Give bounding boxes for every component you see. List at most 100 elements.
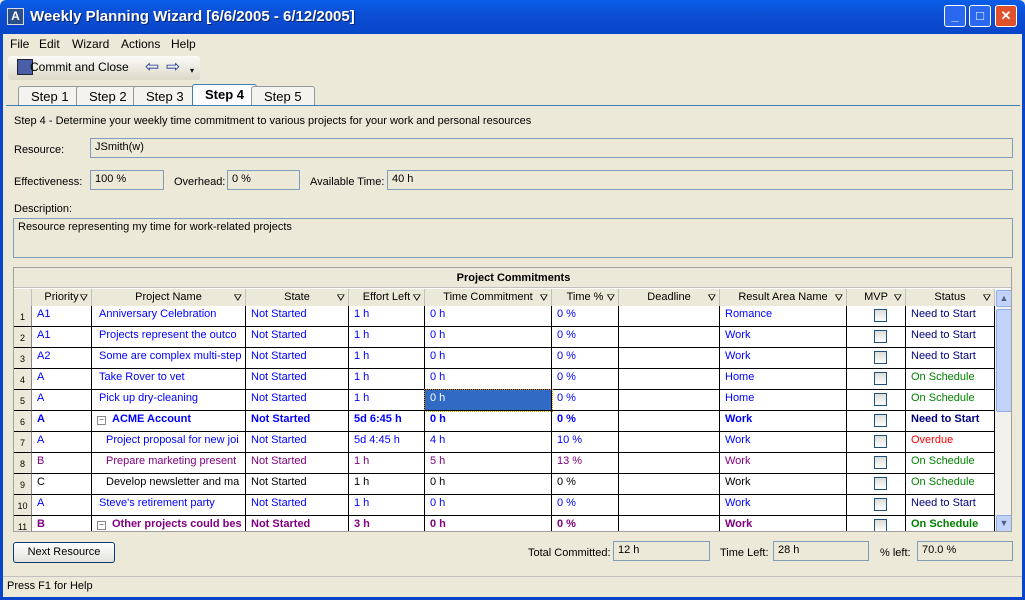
- cell-time-commitment[interactable]: 0 h: [424, 389, 553, 412]
- cell-project-name[interactable]: Some are complex multi-step: [92, 348, 246, 369]
- cell-effort-left[interactable]: 1 h: [349, 495, 425, 516]
- cell-status[interactable]: Need to Start: [906, 327, 995, 348]
- cell-status[interactable]: On Schedule: [906, 516, 995, 531]
- column-header-state[interactable]: State ⛛: [246, 289, 349, 306]
- mvp-checkbox[interactable]: [874, 477, 887, 490]
- mvp-checkbox[interactable]: [874, 372, 887, 385]
- cell-effort-left[interactable]: 3 h: [349, 516, 425, 531]
- close-button[interactable]: ✕: [995, 5, 1017, 27]
- cell-priority[interactable]: A: [32, 432, 92, 453]
- row-number[interactable]: 6: [14, 411, 32, 432]
- cell-project-name[interactable]: Projects represent the outco: [92, 327, 246, 348]
- cell-result-area[interactable]: Home: [720, 390, 847, 411]
- cell-time-commitment[interactable]: 0 h: [425, 369, 552, 390]
- overhead-field[interactable]: 0 %: [227, 170, 300, 190]
- cell-effort-left[interactable]: 1 h: [349, 306, 425, 327]
- column-header-deadline[interactable]: Deadline ⛛: [619, 289, 720, 306]
- cell-status[interactable]: On Schedule: [906, 369, 995, 390]
- cell-priority[interactable]: A: [32, 390, 92, 411]
- cell-deadline[interactable]: [619, 348, 720, 369]
- cell-project-name[interactable]: Project proposal for new joi: [92, 432, 246, 453]
- cell-time-commitment[interactable]: 0 h: [425, 516, 552, 531]
- cell-project-name[interactable]: Prepare marketing present: [92, 453, 246, 474]
- filter-icon[interactable]: ⛛: [607, 290, 615, 307]
- cell-status[interactable]: On Schedule: [906, 453, 995, 474]
- cell-mvp[interactable]: [847, 411, 906, 432]
- mvp-checkbox[interactable]: [874, 519, 887, 531]
- cell-mvp[interactable]: [847, 516, 906, 531]
- back-arrow-icon[interactable]: ⇦: [145, 57, 159, 77]
- cell-time-commitment[interactable]: 4 h: [425, 432, 552, 453]
- cell-status[interactable]: Need to Start: [906, 348, 995, 369]
- cell-priority[interactable]: A1: [32, 306, 92, 327]
- cell-status[interactable]: Need to Start: [906, 495, 995, 516]
- cell-time-percent[interactable]: 0 %: [552, 306, 619, 327]
- cell-time-percent[interactable]: 0 %: [552, 369, 619, 390]
- row-number[interactable]: 3: [14, 348, 32, 369]
- maximize-button[interactable]: □: [969, 5, 991, 27]
- cell-effort-left[interactable]: 1 h: [349, 348, 425, 369]
- vertical-scrollbar[interactable]: ▲ ▼: [995, 289, 1011, 531]
- column-header-time-percent[interactable]: Time % ⛛: [552, 289, 619, 306]
- filter-icon[interactable]: ⛛: [983, 290, 991, 307]
- cell-project-name[interactable]: Take Rover to vet: [92, 369, 246, 390]
- cell-deadline[interactable]: [619, 453, 720, 474]
- filter-icon[interactable]: ⛛: [708, 290, 716, 307]
- filter-icon[interactable]: ⛛: [413, 290, 421, 307]
- cell-result-area[interactable]: Romance: [720, 306, 847, 327]
- cell-priority[interactable]: C: [32, 474, 92, 495]
- cell-status[interactable]: On Schedule: [906, 474, 995, 495]
- cell-project-name[interactable]: Steve's retirement party: [92, 495, 246, 516]
- cell-mvp[interactable]: [847, 474, 906, 495]
- row-number[interactable]: 1: [14, 306, 32, 327]
- menu-file[interactable]: File: [10, 37, 29, 51]
- cell-deadline[interactable]: [619, 474, 720, 495]
- menu-help[interactable]: Help: [171, 37, 196, 51]
- cell-state[interactable]: Not Started: [246, 495, 349, 516]
- available-time-field[interactable]: 40 h: [387, 170, 1013, 190]
- cell-priority[interactable]: A1: [32, 327, 92, 348]
- cell-mvp[interactable]: [847, 432, 906, 453]
- cell-time-percent[interactable]: 0 %: [552, 411, 619, 432]
- cell-effort-left[interactable]: 1 h: [349, 390, 425, 411]
- cell-status[interactable]: Overdue: [906, 432, 995, 453]
- cell-state[interactable]: Not Started: [246, 306, 349, 327]
- filter-icon[interactable]: ⛛: [234, 290, 242, 307]
- row-number[interactable]: 5: [14, 390, 32, 411]
- column-header-priority[interactable]: Priority ⛛: [32, 289, 92, 306]
- cell-project-name[interactable]: − ACME Account: [92, 411, 246, 432]
- tab-step-3[interactable]: Step 3: [133, 86, 197, 105]
- effectiveness-field[interactable]: 100 %: [90, 170, 164, 190]
- mvp-checkbox[interactable]: [874, 456, 887, 469]
- cell-deadline[interactable]: [619, 432, 720, 453]
- column-header-time-commitment[interactable]: Time Commitment ⛛: [425, 289, 552, 306]
- scroll-thumb[interactable]: [996, 309, 1011, 412]
- cell-status[interactable]: Need to Start: [906, 411, 995, 432]
- mvp-checkbox[interactable]: [874, 351, 887, 364]
- cell-state[interactable]: Not Started: [246, 327, 349, 348]
- cell-deadline[interactable]: [619, 411, 720, 432]
- cell-state[interactable]: Not Started: [246, 369, 349, 390]
- row-number[interactable]: 4: [14, 369, 32, 390]
- collapse-icon[interactable]: −: [97, 416, 106, 425]
- cell-time-commitment[interactable]: 0 h: [425, 474, 552, 495]
- row-number[interactable]: 10: [14, 495, 32, 516]
- cell-effort-left[interactable]: 1 h: [349, 327, 425, 348]
- mvp-checkbox[interactable]: [874, 330, 887, 343]
- filter-icon[interactable]: ⛛: [835, 290, 843, 307]
- cell-deadline[interactable]: [619, 495, 720, 516]
- cell-time-percent[interactable]: 0 %: [552, 348, 619, 369]
- mvp-checkbox[interactable]: [874, 414, 887, 427]
- cell-time-commitment[interactable]: 0 h: [425, 495, 552, 516]
- cell-time-percent[interactable]: 0 %: [552, 516, 619, 531]
- menu-actions[interactable]: Actions: [121, 37, 160, 51]
- cell-project-name[interactable]: Pick up dry-cleaning: [92, 390, 246, 411]
- cell-result-area[interactable]: Work: [720, 474, 847, 495]
- cell-priority[interactable]: A: [32, 411, 92, 432]
- cell-priority[interactable]: A2: [32, 348, 92, 369]
- cell-priority[interactable]: A: [32, 369, 92, 390]
- tab-step-2[interactable]: Step 2: [76, 86, 140, 105]
- tab-step-4[interactable]: Step 4: [192, 84, 258, 106]
- cell-status[interactable]: On Schedule: [906, 390, 995, 411]
- next-resource-button[interactable]: Next Resource: [13, 542, 115, 563]
